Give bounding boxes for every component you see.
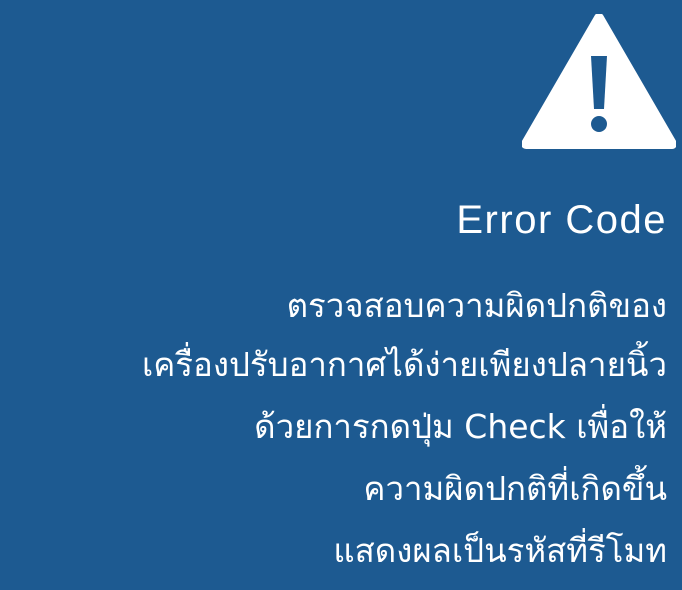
description-line: ตรวจสอบความผิดปกติของ <box>286 286 667 325</box>
info-panel: Error Code ตรวจสอบความผิดปกติของ เครื่อง… <box>0 0 682 590</box>
description-line: ด้วยการกดปุ่ม Check เพื่อให้ <box>254 407 667 446</box>
warning-icon <box>522 14 676 149</box>
description-line: เครื่องปรับอากาศได้ง่ายเพียงปลายนิ้ว <box>141 345 667 384</box>
description-line: ความผิดปกติที่เกิดขึ้น <box>363 469 667 508</box>
page-title: Error Code <box>456 198 667 242</box>
description-line: แสดงผลเป็นรหัสที่รีโมท <box>333 531 667 570</box>
